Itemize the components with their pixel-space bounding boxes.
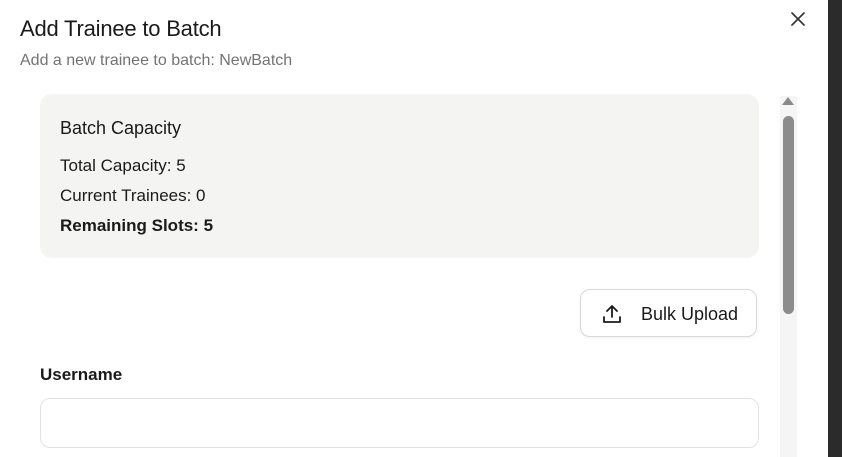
bulk-upload-button[interactable]: Bulk Upload xyxy=(580,289,757,337)
username-label: Username xyxy=(40,365,123,384)
dialog-scroll-area: Batch Capacity Total Capacity: 5 Current… xyxy=(0,86,780,457)
bulk-upload-label: Bulk Upload xyxy=(641,304,739,324)
total-capacity: Total Capacity: 5 xyxy=(60,156,186,175)
current-trainees: Current Trainees: 0 xyxy=(60,186,206,205)
window-edge xyxy=(828,0,842,457)
remaining-slots: Remaining Slots: 5 xyxy=(60,216,214,235)
batch-capacity-card: Batch Capacity Total Capacity: 5 Current… xyxy=(40,94,759,258)
capacity-title: Batch Capacity xyxy=(60,118,182,138)
upload-icon xyxy=(603,305,621,323)
close-icon xyxy=(791,12,805,26)
dialog-title: Add Trainee to Batch xyxy=(20,16,222,41)
add-trainee-dialog: Add Trainee to Batch Add a new trainee t… xyxy=(0,0,842,457)
close-button[interactable] xyxy=(786,7,810,31)
scrollbar-thumb[interactable] xyxy=(783,116,794,314)
dialog-subtitle: Add a new trainee to batch: NewBatch xyxy=(20,52,293,69)
scroll-up-arrow-icon[interactable] xyxy=(782,97,794,105)
username-input[interactable] xyxy=(40,398,759,448)
